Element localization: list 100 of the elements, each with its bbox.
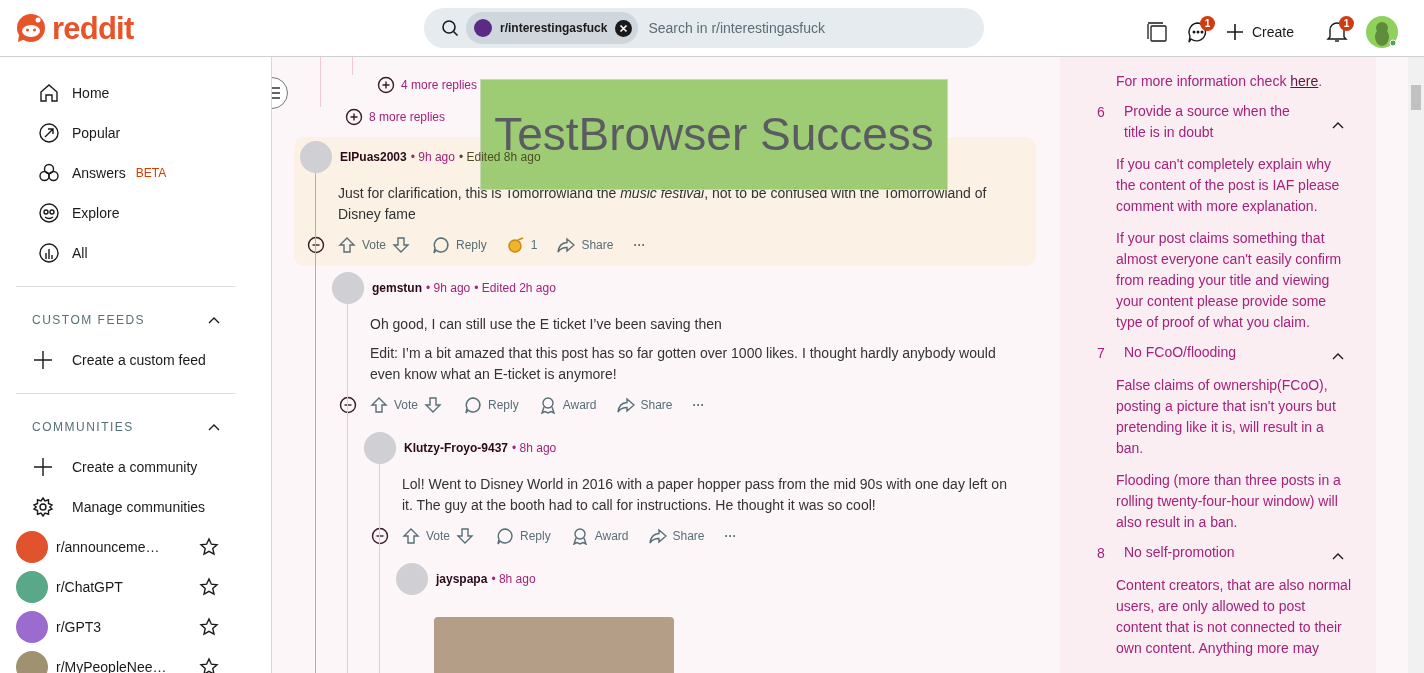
share-icon: [557, 236, 576, 254]
sidebar-item[interactable]: r/ChatGPT: [16, 567, 235, 607]
star-icon[interactable]: [199, 577, 219, 597]
sidebar-item[interactable]: Manage communities: [16, 487, 235, 527]
notification-count: 1: [1339, 16, 1355, 31]
nav-item[interactable]: Home: [16, 73, 235, 113]
vote-count: Vote: [426, 528, 451, 545]
nav-item[interactable]: Explore: [16, 193, 235, 233]
collapse-button[interactable]: [339, 396, 357, 414]
rule-title[interactable]: No FCoO/flooding: [1124, 342, 1352, 363]
scrollbar[interactable]: [1408, 57, 1424, 673]
settings-icon: [32, 496, 54, 518]
nav-item[interactable]: Answers BETA: [16, 153, 235, 193]
sidebar-item[interactable]: r/announceme…: [16, 527, 235, 567]
more-options-button[interactable]: ···: [682, 396, 715, 414]
beta-label: BETA: [135, 165, 167, 182]
section-header[interactable]: COMMUNITIES: [16, 407, 235, 447]
award-icon: [570, 527, 589, 545]
award-icon: [538, 396, 557, 414]
vote-count: Vote: [394, 397, 419, 414]
search-input[interactable]: Search in r/interestingasfuck: [648, 17, 984, 39]
star-icon[interactable]: [199, 657, 219, 673]
home-icon: [38, 82, 60, 104]
more-options-button[interactable]: ···: [623, 236, 656, 254]
share-button[interactable]: Share: [547, 229, 624, 261]
comment-time: • 8h ago: [512, 440, 557, 457]
bar-chart-icon: [38, 242, 60, 264]
community-avatar-icon: [474, 19, 492, 37]
plus-icon: [32, 456, 54, 478]
rule-number: 6: [1097, 103, 1106, 122]
rule-text: Content creators, that are also normal users, are only allowed to post content that is not connected to their own content. Anything more may: [1116, 576, 1352, 658]
bell-icon[interactable]: [1326, 20, 1349, 44]
upvote-icon[interactable]: [370, 396, 388, 414]
share-button[interactable]: Share: [638, 520, 715, 552]
star-icon[interactable]: [199, 537, 219, 557]
rule-text: False claims of ownership(FCoO), posting a picture that isn't yours but pretending like it is, will result in a ban.: [1116, 376, 1337, 458]
award-button[interactable]: Award: [528, 389, 607, 421]
comment-time: • 9h ago: [410, 149, 455, 166]
avatar-icon[interactable]: [1366, 15, 1400, 49]
plus-circle-icon: [345, 108, 363, 126]
comment-text: Oh good, I can still use the E ticket I’ve been saving then: [370, 315, 723, 334]
edited-time: • Edited 2h ago: [474, 280, 556, 297]
more-replies-link[interactable]: 4 more replies: [377, 69, 478, 101]
collapse-button[interactable]: [307, 236, 325, 254]
reply-button[interactable]: Reply: [422, 229, 497, 261]
award-button[interactable]: Award: [560, 520, 639, 552]
rule-text: If you can't completely explain why the content of the post is IAF please comment with more explanation.: [1116, 155, 1341, 216]
plus-icon: [1226, 23, 1244, 41]
create-button[interactable]: Create: [1218, 14, 1303, 50]
more-replies-link[interactable]: 8 more replies: [345, 101, 446, 133]
comment-time: • 9h ago: [426, 280, 471, 297]
username[interactable]: ElPuas2003: [340, 148, 407, 166]
close-icon[interactable]: [615, 19, 633, 37]
rule-title[interactable]: Provide a source when the title is in doubt: [1124, 101, 1352, 143]
chevron-icon: [1331, 120, 1345, 130]
share-icon: [648, 527, 667, 545]
username[interactable]: gemstun: [372, 279, 422, 297]
star-icon[interactable]: [199, 617, 219, 637]
ad-icon[interactable]: [1146, 21, 1168, 43]
nav-item[interactable]: All: [16, 233, 235, 273]
upvote-icon[interactable]: [338, 236, 356, 254]
reddit-logo-text[interactable]: reddit: [52, 12, 134, 44]
nav-item[interactable]: Popular: [16, 113, 235, 153]
share-icon: [616, 396, 635, 414]
reddit-logo-icon[interactable]: [16, 13, 46, 43]
plus-circle-icon: [377, 76, 395, 94]
community-chip[interactable]: r/interestingasfuck: [466, 12, 639, 44]
minus-circle-icon: [307, 236, 325, 254]
award-button[interactable]: 1: [496, 229, 548, 261]
reply-button[interactable]: Reply: [486, 520, 561, 552]
rule-title[interactable]: No self-promotion: [1124, 542, 1352, 563]
rule-number: 7: [1097, 344, 1106, 363]
search-field[interactable]: r/interestingasfuck Search in r/interestingasfuck: [424, 8, 984, 48]
rule-text: Flooding (more than three posts in a rolling twenty-four-hour window) will also result in a ban.: [1116, 471, 1342, 532]
downvote-icon[interactable]: [392, 236, 411, 254]
sidebar-item[interactable]: Create a custom feed: [16, 340, 235, 380]
answers-icon: [38, 162, 60, 184]
downvote-icon[interactable]: [424, 396, 443, 414]
sidebar-item[interactable]: Create a community: [16, 447, 235, 487]
reply-icon: [432, 236, 451, 254]
share-button[interactable]: Share: [606, 389, 683, 421]
rule-number: 8: [1097, 544, 1106, 563]
upvote-icon[interactable]: [402, 527, 420, 545]
reply-button[interactable]: Reply: [454, 389, 529, 421]
collapse-button[interactable]: [371, 527, 389, 545]
reply-icon: [496, 527, 515, 545]
minus-circle-icon: [339, 396, 357, 414]
search-icon: [441, 19, 459, 37]
rule-text: If your post claims something that almost everyone can't easily confirm from reading your title and viewing your content please provide some type of proof of what you claim.: [1116, 229, 1343, 332]
plus-icon: [32, 349, 54, 371]
sidebar-item[interactable]: r/GPT3: [16, 607, 235, 647]
award-emoji-icon: [506, 236, 525, 254]
rule-text: For more information check here.: [1116, 72, 1324, 91]
more-options-button[interactable]: ···: [714, 527, 747, 545]
comment-text: Just for clarification, this is Tomorrowland the music festival, not to be confused with the Tomorrowland of Disney fame: [338, 184, 988, 224]
explore-icon: [38, 202, 60, 224]
section-header[interactable]: CUSTOM FEEDS: [16, 300, 235, 340]
username[interactable]: jayspapa: [436, 570, 488, 588]
downvote-icon[interactable]: [456, 527, 475, 545]
username[interactable]: Klutzy-Froyo-9437: [404, 439, 509, 457]
